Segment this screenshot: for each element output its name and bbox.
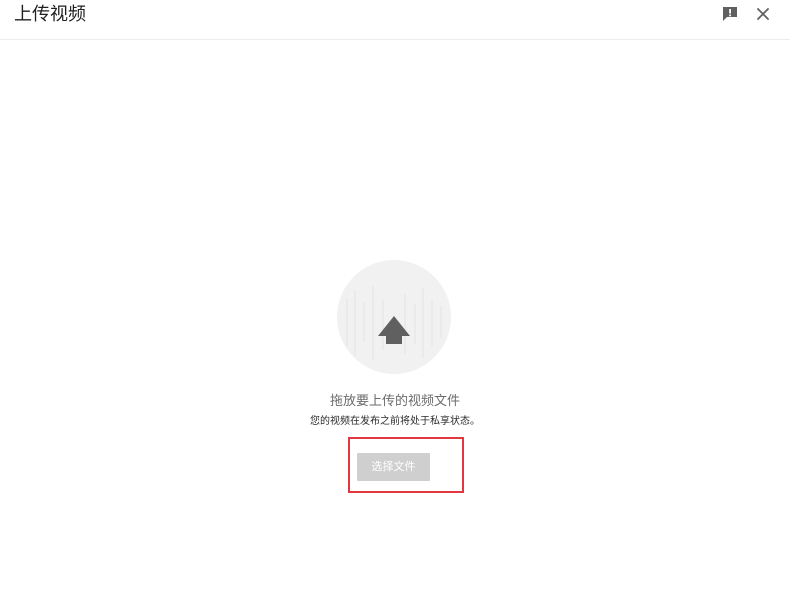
upload-drop-zone[interactable]: 拖放要上传的视频文件 您的视频在发布之前将处于私享状态。 选择文件 [0, 41, 790, 610]
select-file-button[interactable]: 选择文件 [357, 453, 430, 481]
dialog-title: 上传视频 [14, 4, 86, 25]
dialog-header: 上传视频 [0, 0, 790, 40]
close-icon [757, 8, 769, 20]
privacy-notice-text: 您的视频在发布之前将处于私享状态。 [310, 416, 480, 427]
upload-arrow-icon [346, 286, 442, 360]
feedback-button[interactable] [720, 4, 740, 24]
close-button[interactable] [753, 4, 773, 24]
drop-files-text: 拖放要上传的视频文件 [329, 394, 460, 409]
feedback-icon [723, 7, 737, 21]
upload-video-dialog: 上传视频 拖放要上传的视频文件 您的视频在发布之前将处于私享状态。 选择文件 [0, 0, 790, 610]
upload-circle[interactable] [337, 260, 451, 374]
